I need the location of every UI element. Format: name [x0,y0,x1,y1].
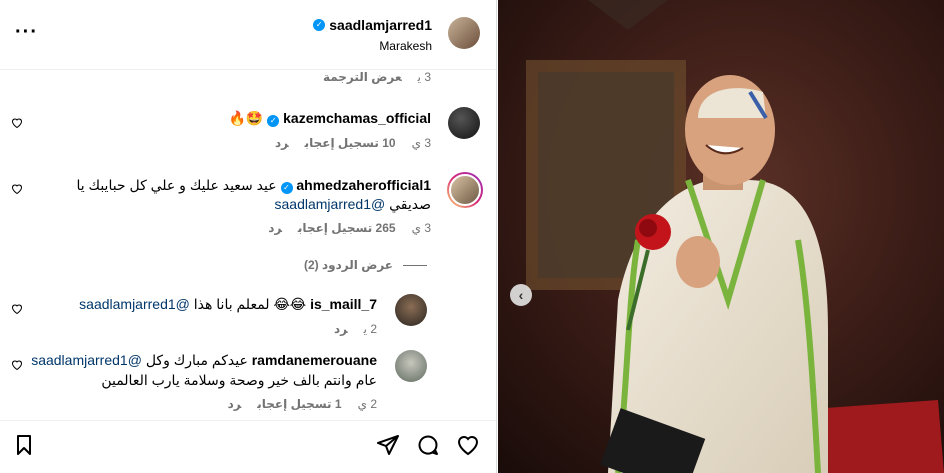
comment-body: 🤩🔥 [228,110,264,126]
post-author-username[interactable]: saadlamjarred1 [329,17,432,33]
mention-link[interactable]: @saadlamjarred1 [31,352,142,368]
reply-body-2: عام وانتم بالف خير وصحة وسلامة يارب العا… [101,372,377,388]
heart-icon[interactable] [11,183,23,195]
see-translation-link[interactable]: عرض الترجمة [323,70,402,84]
comment-text-line2: صديقي @saadlamjarred1 [275,196,432,213]
comment-time: 3 ي [411,136,431,150]
chevron-left-icon[interactable]: ‹ [510,284,532,306]
reply-avatar[interactable] [395,350,427,382]
post-author[interactable]: ✓ saadlamjarred1 [313,17,432,33]
caption-time: 3 ي [417,70,431,84]
author-avatar[interactable] [448,17,480,49]
reply-button[interactable]: رد [334,322,348,336]
reply-text-line2: عام وانتم بالف خير وصحة وسلامة يارب العا… [101,372,377,389]
comment-avatar-story[interactable] [447,172,483,208]
post-action-bar [0,420,496,473]
heart-icon[interactable] [11,117,23,129]
reply-username[interactable]: ramdanemerouane [252,352,377,368]
reply-username[interactable]: is_maill_7 [310,296,377,312]
reply-time: 2 ي [357,397,377,411]
comments-list[interactable]: 3 ي عرض الترجمة kazemchamas_official ✓ 🤩🔥… [0,70,496,420]
post-photo[interactable]: ‹ [498,0,944,473]
verified-badge-icon: ✓ [313,19,326,31]
reply-button[interactable]: رد [268,221,282,235]
comment-meta: 3 ي 10 تسجيل إعجاب رد [259,136,431,150]
comment-likes[interactable]: 10 تسجيل إعجاب [305,136,396,150]
divider [403,264,427,266]
mention-link[interactable]: @saadlamjarred1 [275,196,386,212]
mention-link[interactable]: @saadlamjarred1 [79,296,190,312]
send-icon[interactable] [376,433,400,457]
caption-meta: 3 ي عرض الترجمة [307,70,431,84]
reply-button[interactable]: رد [228,397,242,411]
reply-button[interactable]: رد [275,136,289,150]
comment-icon[interactable] [416,433,440,457]
comment-avatar[interactable] [448,107,480,139]
comment-username[interactable]: kazemchamas_official [283,110,431,126]
comment-meta: 3 ي 265 تسجيل إعجاب رد [252,221,431,235]
reply-avatar[interactable] [395,294,427,326]
view-replies-label[interactable]: عرض الردود (2) [304,258,393,272]
reply-body: عيدكم مبارك وكل [145,352,248,368]
post-image [498,0,944,473]
post-location[interactable]: Marakesh [379,39,432,53]
reply-text: ramdanemerouane عيدكم مبارك وكل @saadlam… [31,352,377,369]
post-header: ··· ✓ saadlamjarred1 Marakesh [0,0,496,70]
more-options-icon[interactable]: ··· [15,22,38,42]
post-sidebar: ··· ✓ saadlamjarred1 Marakesh 3 ي عرض الت… [0,0,497,473]
heart-icon[interactable] [456,433,480,457]
comment-text: kazemchamas_official ✓ 🤩🔥 [228,110,431,127]
reply-text: is_maill_7 😂😂 لمعلم بانا هذا @saadlamjar… [79,296,377,313]
verified-badge-icon: ✓ [280,182,293,194]
verified-badge-icon: ✓ [267,115,280,127]
comment-username[interactable]: ahmedzaherofficial1 [296,177,431,193]
bookmark-icon[interactable] [12,433,36,457]
comment-body: عيد سعيد عليك و علي كل حبايبك يا [76,177,277,193]
comment-time: 3 ي [411,221,431,235]
comment-body-2: صديقي [389,196,431,212]
comment-likes[interactable]: 265 تسجيل إعجاب [298,221,396,235]
reply-likes[interactable]: 1 تسجيل إعجاب [257,397,341,411]
reply-body: 😂😂 لمعلم بانا هذا [193,296,307,312]
reply-time: 2 ي [363,322,377,336]
heart-icon[interactable] [11,359,23,371]
view-replies-button[interactable]: عرض الردود (2) [304,258,427,272]
heart-icon[interactable] [11,303,23,315]
reply-meta: 2 ي رد [318,322,377,336]
reply-meta: 2 ي 1 تسجيل إعجاب رد [212,397,377,411]
comment-text: ahmedzaherofficial1 ✓ عيد سعيد عليك و عل… [76,177,431,194]
